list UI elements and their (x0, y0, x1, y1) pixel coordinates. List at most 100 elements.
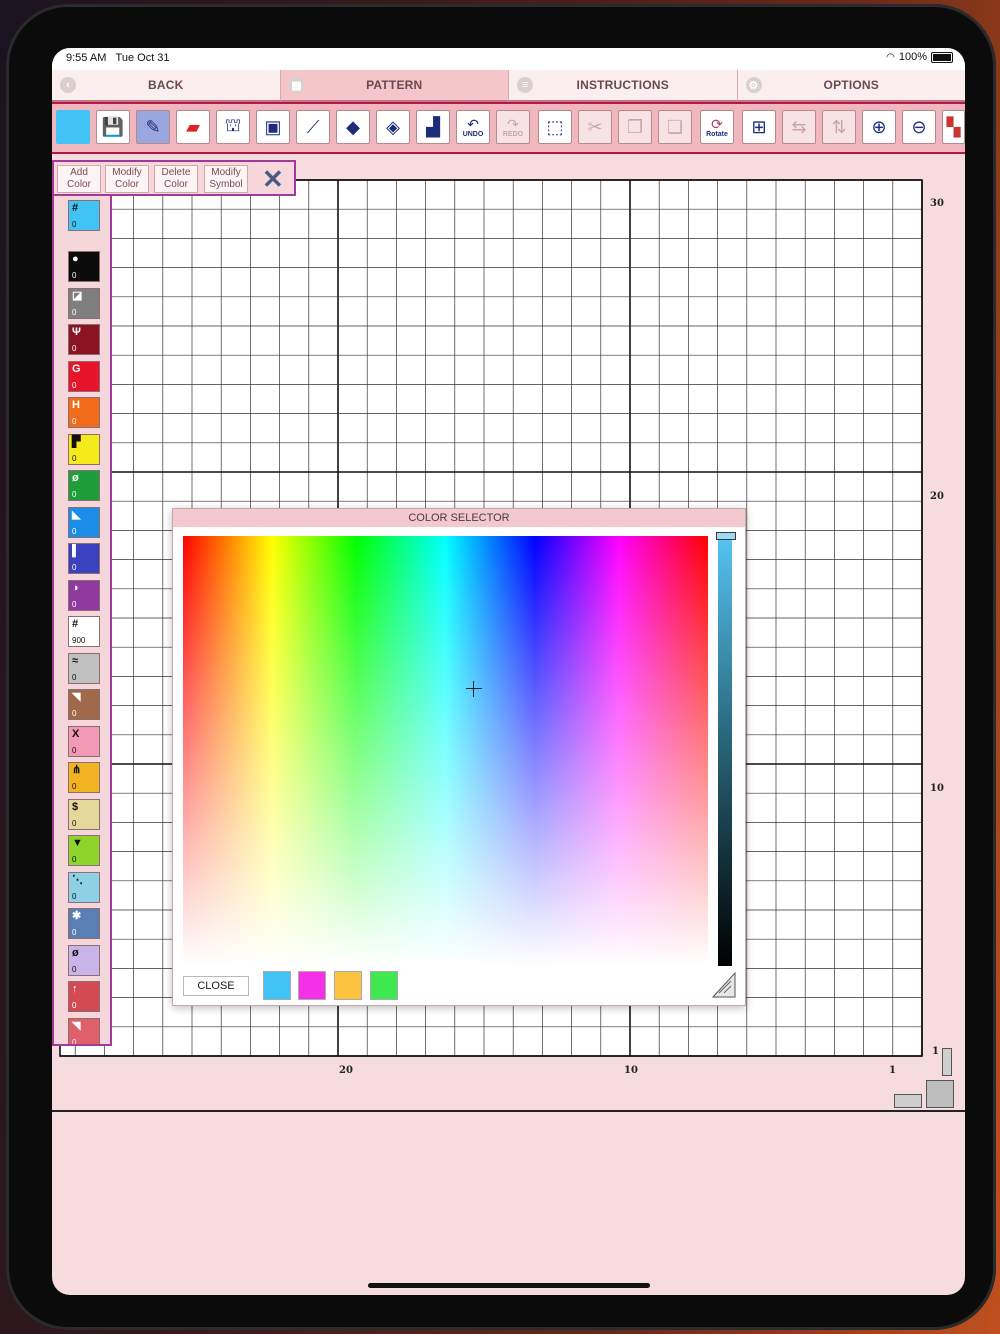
color-swatch[interactable]: #900 (68, 616, 100, 647)
color-swatch[interactable]: ≈0 (68, 652, 100, 684)
color-swatch[interactable]: ▌ 0 (68, 543, 100, 574)
swatch-symbol: ◪ (72, 289, 83, 302)
swatch-symbol: ◥ (72, 1019, 81, 1032)
color-swatch[interactable]: ⋔ 0 (68, 762, 100, 793)
color-swatch[interactable]: ø0 (68, 944, 100, 976)
ipad-frame: 9:55 AM Tue Oct 31 ◠ 100% ‹ BACK ▦ PATTE… (6, 4, 996, 1330)
swatch-symbol: Ψ (72, 326, 81, 338)
slider-handle[interactable] (716, 532, 736, 540)
color-swatch[interactable]: ● 0 (68, 251, 100, 282)
color-spectrum[interactable] (183, 536, 708, 966)
color-swatch[interactable]: ▛ 0 (68, 433, 100, 465)
bottom-divider (52, 1110, 965, 1112)
close-button[interactable]: CLOSE (183, 976, 249, 996)
x-axis-label: 1 (889, 1065, 896, 1076)
swatch-symbol: # (72, 618, 79, 630)
swatch-count: 0 (72, 380, 77, 390)
delete-color-button[interactable]: Delete Color (154, 165, 198, 193)
swatch-symbol: ▌ (72, 545, 80, 557)
color-swatch[interactable]: ⋱ 0 (68, 871, 100, 903)
swatch-symbol: ● (72, 253, 79, 265)
app-screen: 9:55 AM Tue Oct 31 ◠ 100% ‹ BACK ▦ PATTE… (52, 48, 965, 1295)
crosshair-icon[interactable] (466, 681, 482, 697)
swatch-symbol: ◥ (72, 691, 81, 703)
color-swatch[interactable]: ↑ 0 (68, 981, 100, 1012)
color-swatch[interactable]: Ψ0 (68, 324, 100, 355)
corner-resize-handle[interactable] (926, 1080, 954, 1108)
y-axis-label: 10 (930, 783, 944, 794)
color-swatch[interactable]: ◥ 0 (68, 689, 100, 720)
add-color-button[interactable]: Add Color (57, 165, 101, 193)
swatch-count: 0 (72, 526, 77, 536)
color-swatch[interactable]: ▼ 0 (68, 835, 100, 866)
swatch-symbol: ◣ (72, 508, 81, 521)
recent-color-swatch[interactable] (263, 971, 291, 1000)
swatch-count: 0 (72, 599, 77, 609)
swatch-symbol: ↑ (72, 983, 78, 995)
color-swatch[interactable]: X0 (68, 725, 100, 757)
swatch-count: 0 (72, 709, 77, 718)
swatch-count: 0 (72, 782, 77, 791)
color-swatch[interactable]: G0 (68, 360, 100, 392)
color-tools-bar: Add Color Modify Color Delete Color Modi… (52, 160, 296, 196)
dialog-title: COLOR SELECTOR (173, 509, 745, 527)
color-swatch[interactable]: ✱ 0 (68, 908, 100, 939)
horizontal-resize-handle[interactable] (894, 1094, 922, 1108)
swatch-count: 0 (72, 1037, 77, 1046)
swatch-symbol: ▛ (72, 435, 81, 448)
swatch-count: 0 (72, 563, 77, 572)
modify-symbol-button[interactable]: Modify Symbol (204, 165, 248, 193)
swatch-count: 0 (72, 928, 77, 937)
swatch-count: 0 (72, 855, 77, 864)
recent-color-swatch[interactable] (370, 971, 398, 1000)
swatch-count: 0 (72, 818, 77, 828)
swatch-symbol: ø (72, 946, 79, 959)
swatch-symbol: ø (72, 472, 79, 484)
swatch-symbol: X (72, 727, 80, 740)
swatch-count: 0 (72, 891, 77, 901)
color-selector-dialog: COLOR SELECTOR CLOSE (172, 508, 746, 1006)
color-swatch[interactable]: ◑ 0 (68, 579, 100, 611)
y-axis-label: 30 (930, 198, 944, 209)
swatch-symbol: ⋔ (72, 764, 82, 776)
home-indicator (368, 1283, 650, 1288)
swatch-symbol: ⋱ (72, 873, 83, 886)
y-axis-label: 20 (930, 491, 944, 502)
y-axis-label: 1 (932, 1046, 939, 1057)
x-axis-label: 20 (339, 1065, 353, 1076)
color-swatch[interactable]: ◪ 0 (68, 287, 100, 319)
vertical-resize-handle[interactable] (942, 1048, 952, 1076)
selected-swatch[interactable]: # 0 (68, 200, 100, 231)
swatch-count: 0 (72, 453, 77, 463)
swatch-count: 0 (72, 271, 77, 280)
recent-color-swatch[interactable] (298, 971, 326, 1000)
color-swatch[interactable]: H0 (68, 397, 100, 428)
modify-color-button[interactable]: Modify Color (105, 165, 149, 193)
color-swatch[interactable]: ø0 (68, 470, 100, 501)
swatch-symbol: ≈ (72, 654, 79, 667)
swatch-count: 900 (72, 636, 86, 645)
color-swatch[interactable]: ◣ 0 (68, 506, 100, 538)
resize-grip-icon[interactable] (711, 971, 737, 999)
color-palette: # 0 ● 0 ◪ 0 Ψ 0 G 0 H 0 ▛ 0 ø 0 ◣ 0 ▌ 0 ◑ 0 #900 ≈0 ◥ 0 X 0 ⋔ 0 $0 ▼ 0… (52, 196, 112, 1046)
swatch-count: 0 (72, 1001, 77, 1010)
swatch-count: 0 (72, 344, 77, 353)
close-icon[interactable]: ✕ (262, 165, 284, 193)
swatch-count: 0 (72, 964, 77, 974)
color-swatch[interactable]: $0 (68, 798, 100, 830)
recent-color-swatch[interactable] (334, 971, 362, 1000)
color-swatch[interactable]: ◥ 0 (68, 1017, 100, 1046)
x-axis-label: 10 (624, 1065, 638, 1076)
swatch-symbol: ✱ (72, 910, 82, 922)
swatch-count: 0 (72, 672, 77, 682)
swatch-count: 0 (72, 307, 77, 317)
swatch-count: 0 (72, 417, 77, 426)
swatch-count: 0 (72, 490, 77, 499)
swatch-symbol: $ (72, 800, 79, 813)
swatch-symbol: H (72, 399, 80, 411)
swatch-count: 0 (72, 745, 77, 755)
swatch-symbol: ▼ (72, 837, 83, 849)
brightness-slider[interactable] (716, 532, 736, 966)
swatch-symbol: # (72, 202, 79, 214)
swatch-count: 0 (72, 220, 77, 229)
